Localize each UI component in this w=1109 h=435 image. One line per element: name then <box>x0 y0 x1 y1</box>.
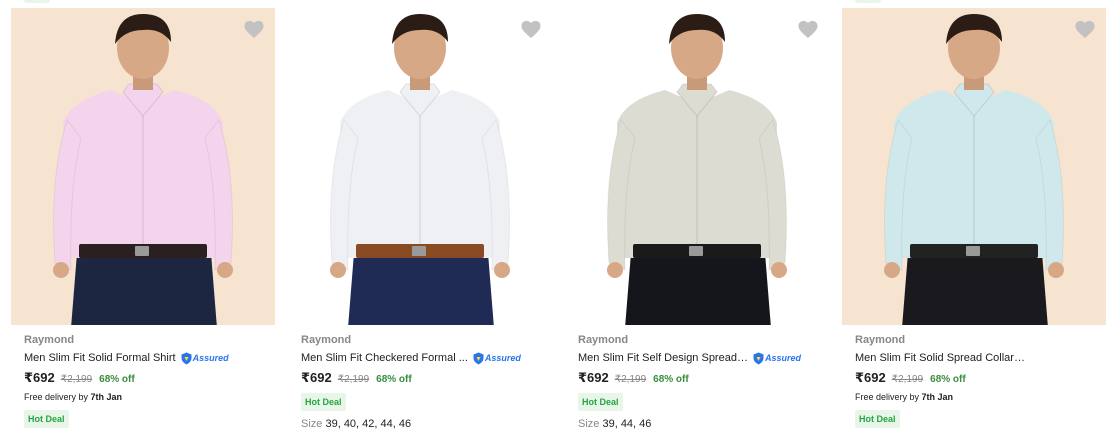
assured-badge: Assured <box>473 351 521 365</box>
product-card[interactable]: Raymond Men Slim Fit Self Design Spread … <box>565 8 829 435</box>
wishlist-heart-icon[interactable] <box>797 19 819 39</box>
product-brand: Raymond <box>855 334 906 346</box>
discount-percent: 68% off <box>99 374 135 385</box>
assured-shield-icon <box>181 352 192 364</box>
hot-deal-badge: Hot Deal <box>24 410 69 428</box>
sizes-list: 39, 44, 46 <box>602 418 652 430</box>
discount-percent: 68% off <box>376 374 412 385</box>
product-title[interactable]: Men Slim Fit Solid Formal Shirt <box>24 349 176 367</box>
original-price: ₹2,199 <box>614 374 647 385</box>
top-badge-strip <box>24 0 50 3</box>
assured-label: Assured <box>765 353 802 363</box>
assured-shield-icon <box>473 352 484 364</box>
original-price: ₹2,199 <box>891 374 924 385</box>
sizes-label: Size <box>578 418 600 430</box>
product-card[interactable]: Raymond Men Slim Fit Checkered Formal ..… <box>288 8 552 435</box>
product-title-row: Men Slim Fit Solid Spread Collar Formal … <box>855 349 1105 367</box>
hot-deal-badge: Hot Deal <box>855 410 900 428</box>
product-image-container[interactable] <box>842 8 1106 325</box>
sizes-label: Size <box>301 418 323 430</box>
product-image[interactable] <box>11 8 275 325</box>
product-title[interactable]: Men Slim Fit Solid Spread Collar Formal … <box>855 349 1025 367</box>
product-brand: Raymond <box>578 334 629 346</box>
delivery-info: Free delivery by 7th Jan <box>24 392 274 405</box>
assured-shield-icon <box>753 352 764 364</box>
assured-label: Assured <box>192 353 229 363</box>
product-title[interactable]: Men Slim Fit Self Design Spread ... <box>578 349 748 367</box>
product-brand: Raymond <box>24 334 75 346</box>
wishlist-heart-icon[interactable] <box>520 19 542 39</box>
delivery-prefix: Free delivery by <box>24 392 91 402</box>
product-info: Raymond Men Slim Fit Checkered Formal ..… <box>301 333 551 430</box>
original-price: ₹2,199 <box>60 374 93 385</box>
product-image[interactable] <box>565 8 829 325</box>
wishlist-heart-icon[interactable] <box>1074 19 1096 39</box>
selling-price: ₹692 <box>855 370 886 385</box>
product-card[interactable]: Raymond Men Slim Fit Solid Formal Shirt … <box>11 8 275 435</box>
price-row: ₹692 ₹2,199 68% off <box>301 370 551 388</box>
product-brand: Raymond <box>301 334 352 346</box>
product-title-row: Men Slim Fit Solid Formal Shirt Assured <box>24 349 274 367</box>
available-sizes: Size 39, 44, 46 <box>578 418 828 430</box>
available-sizes: Size 39, 40, 42, 44, 46 <box>301 418 551 430</box>
price-row: ₹692 ₹2,199 68% off <box>855 370 1105 388</box>
product-image[interactable] <box>288 8 552 325</box>
product-image-container[interactable] <box>288 8 552 325</box>
product-grid: Raymond Men Slim Fit Solid Formal Shirt … <box>0 0 1109 435</box>
price-row: ₹692 ₹2,199 68% off <box>24 370 274 388</box>
hot-deal-badge: Hot Deal <box>578 393 623 411</box>
product-title-row: Men Slim Fit Checkered Formal ... Assure… <box>301 349 551 367</box>
discount-percent: 68% off <box>930 374 966 385</box>
delivery-prefix: Free delivery by <box>855 392 922 402</box>
original-price: ₹2,199 <box>337 374 370 385</box>
selling-price: ₹692 <box>578 370 609 385</box>
product-image[interactable] <box>842 8 1106 325</box>
product-card[interactable]: Raymond Men Slim Fit Solid Spread Collar… <box>842 8 1106 435</box>
selling-price: ₹692 <box>301 370 332 385</box>
assured-badge: Assured <box>181 351 229 365</box>
delivery-date: 7th Jan <box>90 392 123 402</box>
product-info: Raymond Men Slim Fit Solid Formal Shirt … <box>24 333 274 428</box>
discount-percent: 68% off <box>653 374 689 385</box>
hot-deal-badge: Hot Deal <box>301 393 346 411</box>
sizes-list: 39, 40, 42, 44, 46 <box>325 418 412 430</box>
top-badge-strip <box>855 0 881 3</box>
delivery-info: Free delivery by 7th Jan <box>855 392 1105 405</box>
assured-badge: Assured <box>753 351 801 365</box>
product-title-row: Men Slim Fit Self Design Spread ... Assu… <box>578 349 828 367</box>
product-image-container[interactable] <box>11 8 275 325</box>
product-info: Raymond Men Slim Fit Solid Spread Collar… <box>855 333 1105 428</box>
assured-label: Assured <box>484 353 521 363</box>
delivery-date: 7th Jan <box>921 392 954 402</box>
price-row: ₹692 ₹2,199 68% off <box>578 370 828 388</box>
selling-price: ₹692 <box>24 370 55 385</box>
product-info: Raymond Men Slim Fit Self Design Spread … <box>578 333 828 430</box>
wishlist-heart-icon[interactable] <box>243 19 265 39</box>
product-image-container[interactable] <box>565 8 829 325</box>
product-title[interactable]: Men Slim Fit Checkered Formal ... <box>301 349 468 367</box>
